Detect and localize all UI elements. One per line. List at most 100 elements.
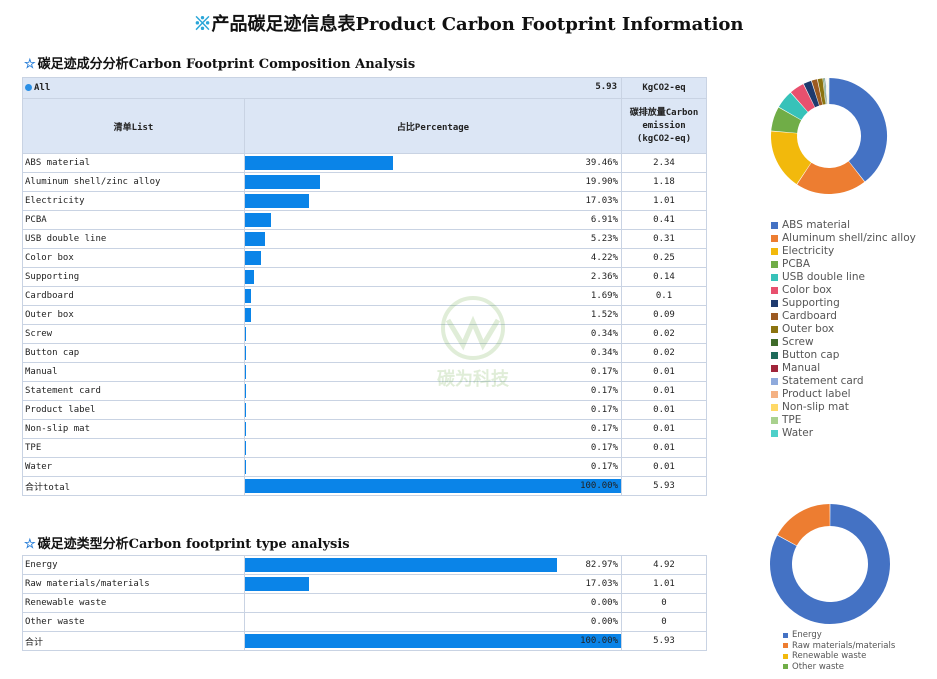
emission-value: 0 (621, 612, 707, 632)
percentage-label: 5.23% (590, 234, 619, 244)
legend-swatch (783, 643, 788, 649)
legend-item: Manual (771, 362, 916, 375)
percentage-label: 39.46% (585, 158, 619, 168)
total-percentage-label: 100.00% (580, 481, 619, 491)
row-label: ABS material (22, 153, 245, 173)
type-donut-chart (770, 504, 890, 624)
total-row: 合计 100.00% 5.93 (22, 631, 707, 651)
total-emission-value: 5.93 (621, 476, 708, 496)
legend-label: TPE (782, 414, 802, 426)
all-dot-icon (25, 84, 32, 91)
emission-value: 1.01 (621, 574, 707, 594)
emission-value: 2.34 (621, 153, 708, 173)
table-row: Electricity 17.03% 1.01 (22, 191, 708, 211)
table-row: PCBA 6.91% 0.41 (22, 210, 708, 230)
table-row: Manual 0.17% 0.01 (22, 362, 708, 382)
percentage-bar (245, 289, 252, 303)
row-label: Other waste (22, 612, 245, 632)
type-legend: Energy Raw materials/materials Renewable w… (783, 630, 895, 672)
donut-slice-electricity (771, 131, 812, 185)
composition-section-title: ☆ 碳足迹成分分析Carbon Footprint Composition Ana… (24, 53, 415, 72)
composition-table: All 5.93 KgCO2-eq 清单List 占比Percentage 碳排… (21, 77, 708, 496)
total-label: 合计 (22, 631, 245, 651)
page-title: ※产品碳足迹信息表Product Carbon Footprint Inform… (0, 10, 937, 36)
donut-slice-outer-box (817, 78, 826, 105)
percentage-cell: 0.17% (243, 438, 623, 458)
legend-label: Outer box (782, 323, 835, 335)
emission-value: 0.25 (621, 248, 708, 268)
percentage-label: 4.22% (590, 253, 619, 263)
table-row: Other waste 0.00% 0 (22, 612, 707, 632)
header-percentage: 占比Percentage (243, 98, 623, 154)
emission-value: 4.92 (621, 555, 707, 575)
legend-label: Aluminum shell/zinc alloy (782, 232, 916, 244)
percentage-bar (245, 270, 254, 284)
header-emission-text: 碳排放量Carbon emission (kgCO2-eq) (629, 107, 699, 144)
percentage-cell: 4.22% (243, 248, 623, 268)
legend-label: Energy (792, 630, 822, 640)
star-icon: ☆ (24, 57, 36, 72)
legend-label: Electricity (782, 245, 835, 257)
row-label: Water (22, 457, 245, 477)
row-label: Renewable waste (22, 593, 245, 613)
all-unit: KgCO2-eq (621, 77, 708, 99)
percentage-label: 0.17% (590, 443, 619, 453)
table-row: Product label 0.17% 0.01 (22, 400, 708, 420)
donut-slice-pcba (771, 107, 802, 134)
total-percentage-bar (245, 634, 621, 648)
percentage-label: 0.17% (590, 367, 619, 377)
legend-label: Cardboard (782, 310, 837, 322)
row-label: Energy (22, 555, 245, 575)
legend-item: Raw materials/materials (783, 641, 895, 652)
legend-swatch (771, 300, 778, 307)
percentage-cell: 6.91% (243, 210, 623, 230)
header-emission: 碳排放量Carbon emission (kgCO2-eq) (621, 98, 708, 154)
all-row: All 5.93 KgCO2-eq (21, 77, 708, 99)
percentage-label: 0.17% (590, 424, 619, 434)
legend-item: PCBA (771, 258, 916, 271)
row-label: Screw (22, 324, 245, 344)
table-row: ABS material 39.46% 2.34 (22, 153, 708, 173)
percentage-cell: 5.23% (243, 229, 623, 249)
percentage-cell: 19.90% (243, 172, 623, 192)
star-icon: ☆ (24, 537, 36, 552)
legend-label: Color box (782, 284, 832, 296)
donut-slice-abs-material (828, 78, 887, 182)
legend-label: ABS material (782, 219, 851, 231)
row-label: Supporting (22, 267, 245, 287)
percentage-cell: 39.46% (243, 153, 623, 173)
percentage-label: 17.03% (585, 579, 618, 589)
emission-value: 0.02 (621, 324, 708, 344)
percentage-bar (245, 213, 271, 227)
percentage-label: 0.00% (590, 617, 618, 627)
type-section-title: ☆ 碳足迹类型分析Carbon footprint type analysis (24, 533, 350, 552)
emission-value: 0.01 (621, 362, 708, 382)
emission-value: 0 (621, 593, 707, 613)
percentage-bar (245, 251, 261, 265)
percentage-cell: 0.00% (244, 593, 622, 613)
legend-label: PCBA (782, 258, 811, 270)
all-value: 5.93 (595, 82, 618, 92)
table-row: Outer box 1.52% 0.09 (22, 305, 708, 325)
table-row: Button cap 0.34% 0.02 (22, 343, 708, 363)
row-label: Manual (22, 362, 245, 382)
row-label: Raw materials/materials (22, 574, 245, 594)
percentage-bar (245, 308, 251, 322)
emission-value: 0.01 (621, 438, 708, 458)
percentage-bar (245, 327, 247, 341)
all-label: All (34, 83, 51, 93)
percentage-bar (245, 577, 310, 591)
legend-swatch (771, 352, 778, 359)
legend-swatch (771, 391, 778, 398)
legend-item: TPE (771, 414, 916, 427)
legend-item: Cardboard (771, 310, 916, 323)
legend-swatch (783, 653, 788, 659)
watermark-text: 碳为科技 (437, 368, 510, 390)
table-row: Statement card 0.17% 0.01 (22, 381, 708, 401)
donut-slice-raw-materials-materials (777, 504, 831, 547)
legend-swatch (783, 664, 788, 670)
percentage-bar (245, 194, 310, 208)
emission-value: 0.31 (621, 229, 708, 249)
legend-item: USB double line (771, 271, 916, 284)
legend-item: ABS material (771, 219, 916, 232)
